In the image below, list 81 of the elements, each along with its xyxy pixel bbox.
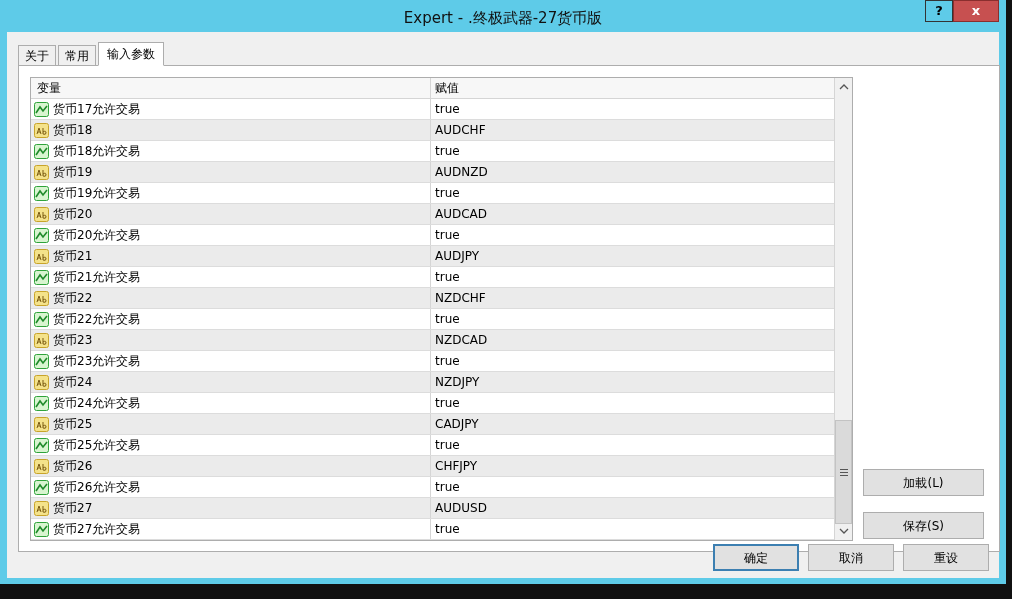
tab[interactable]: 关于 bbox=[18, 45, 56, 66]
chart-icon bbox=[34, 269, 49, 285]
grip-icon bbox=[839, 468, 848, 476]
scroll-up-icon[interactable] bbox=[838, 84, 849, 90]
parameter-value[interactable]: AUDCHF bbox=[431, 120, 834, 140]
side-button[interactable]: 加載(L) bbox=[863, 469, 984, 496]
parameter-value[interactable]: AUDJPY bbox=[431, 246, 834, 266]
chart-icon bbox=[34, 101, 49, 117]
chart-icon bbox=[34, 185, 49, 201]
parameter-value[interactable]: NZDJPY bbox=[431, 372, 834, 392]
parameter-name: 货币23允许交易 bbox=[53, 353, 141, 370]
tab[interactable]: 常用 bbox=[58, 45, 96, 66]
close-button[interactable]: x bbox=[953, 0, 999, 22]
parameter-name: 货币21允许交易 bbox=[53, 269, 141, 286]
parameter-value[interactable]: true bbox=[431, 477, 834, 497]
parameter-value[interactable]: true bbox=[431, 141, 834, 161]
parameter-value[interactable]: NZDCHF bbox=[431, 288, 834, 308]
column-header[interactable]: 赋值 bbox=[431, 78, 834, 98]
parameter-name: 货币21 bbox=[53, 248, 93, 265]
parameter-name: 货币22允许交易 bbox=[53, 311, 141, 328]
parameter-value[interactable]: true bbox=[431, 435, 834, 455]
parameter-name: 货币19 bbox=[53, 164, 93, 181]
parameter-value[interactable]: CHFJPY bbox=[431, 456, 834, 476]
parameter-value[interactable]: true bbox=[431, 519, 834, 539]
text-type-icon bbox=[34, 290, 49, 306]
parameter-name: 货币26允许交易 bbox=[53, 479, 141, 496]
parameter-value[interactable]: true bbox=[431, 183, 834, 203]
text-type-icon bbox=[34, 332, 49, 348]
text-type-icon bbox=[34, 122, 49, 138]
help-button[interactable]: ? bbox=[925, 0, 953, 22]
parameter-name: 货币27允许交易 bbox=[53, 521, 141, 538]
chart-icon bbox=[34, 479, 49, 495]
scrollbar[interactable] bbox=[834, 78, 852, 540]
chart-icon bbox=[34, 353, 49, 369]
dialog-button[interactable]: 取消 bbox=[808, 544, 894, 571]
parameter-value[interactable]: AUDUSD bbox=[431, 498, 834, 518]
text-type-icon bbox=[34, 416, 49, 432]
chart-icon bbox=[34, 227, 49, 243]
window-title: Expert - .终极武器-27货币版 bbox=[403, 8, 603, 29]
parameter-name: 货币20允许交易 bbox=[53, 227, 141, 244]
parameter-value[interactable]: true bbox=[431, 393, 834, 413]
parameter-value[interactable]: true bbox=[431, 99, 834, 119]
chart-icon bbox=[34, 521, 49, 537]
chart-icon bbox=[34, 395, 49, 411]
parameter-name: 货币22 bbox=[53, 290, 93, 307]
parameter-name: 货币24允许交易 bbox=[53, 395, 141, 412]
parameter-value[interactable]: true bbox=[431, 225, 834, 245]
chart-icon bbox=[34, 311, 49, 327]
parameter-value[interactable]: NZDCAD bbox=[431, 330, 834, 350]
parameter-name: 货币18 bbox=[53, 122, 93, 139]
text-type-icon bbox=[34, 164, 49, 180]
parameter-value[interactable]: true bbox=[431, 309, 834, 329]
text-type-icon bbox=[34, 374, 49, 390]
parameter-value[interactable]: true bbox=[431, 267, 834, 287]
chart-icon bbox=[34, 143, 49, 159]
parameter-name: 货币18允许交易 bbox=[53, 143, 141, 160]
dialog-button[interactable]: 重设 bbox=[903, 544, 989, 571]
text-type-icon bbox=[34, 248, 49, 264]
parameter-name: 货币20 bbox=[53, 206, 93, 223]
parameter-name: 货币19允许交易 bbox=[53, 185, 141, 202]
parameter-value[interactable]: AUDNZD bbox=[431, 162, 834, 182]
parameter-value[interactable]: CADJPY bbox=[431, 414, 834, 434]
text-type-icon bbox=[34, 206, 49, 222]
dialog-button[interactable]: 确定 bbox=[713, 544, 799, 571]
text-type-icon bbox=[34, 458, 49, 474]
text-type-icon bbox=[34, 500, 49, 516]
column-header[interactable]: 变量 bbox=[31, 78, 431, 98]
parameter-value[interactable]: AUDCAD bbox=[431, 204, 834, 224]
tab[interactable]: 输入参数 bbox=[98, 42, 164, 66]
parameter-name: 货币25允许交易 bbox=[53, 437, 141, 454]
scroll-thumb[interactable] bbox=[835, 420, 852, 524]
scroll-down-icon[interactable] bbox=[838, 528, 849, 534]
parameter-value[interactable]: true bbox=[431, 351, 834, 371]
chart-icon bbox=[34, 437, 49, 453]
parameter-name: 货币25 bbox=[53, 416, 93, 433]
parameter-name: 货币23 bbox=[53, 332, 93, 349]
parameter-name: 货币26 bbox=[53, 458, 93, 475]
parameter-name: 货币24 bbox=[53, 374, 93, 391]
side-button[interactable]: 保存(S) bbox=[863, 512, 984, 539]
parameter-name: 货币27 bbox=[53, 500, 93, 517]
parameter-name: 货币17允许交易 bbox=[53, 101, 141, 118]
